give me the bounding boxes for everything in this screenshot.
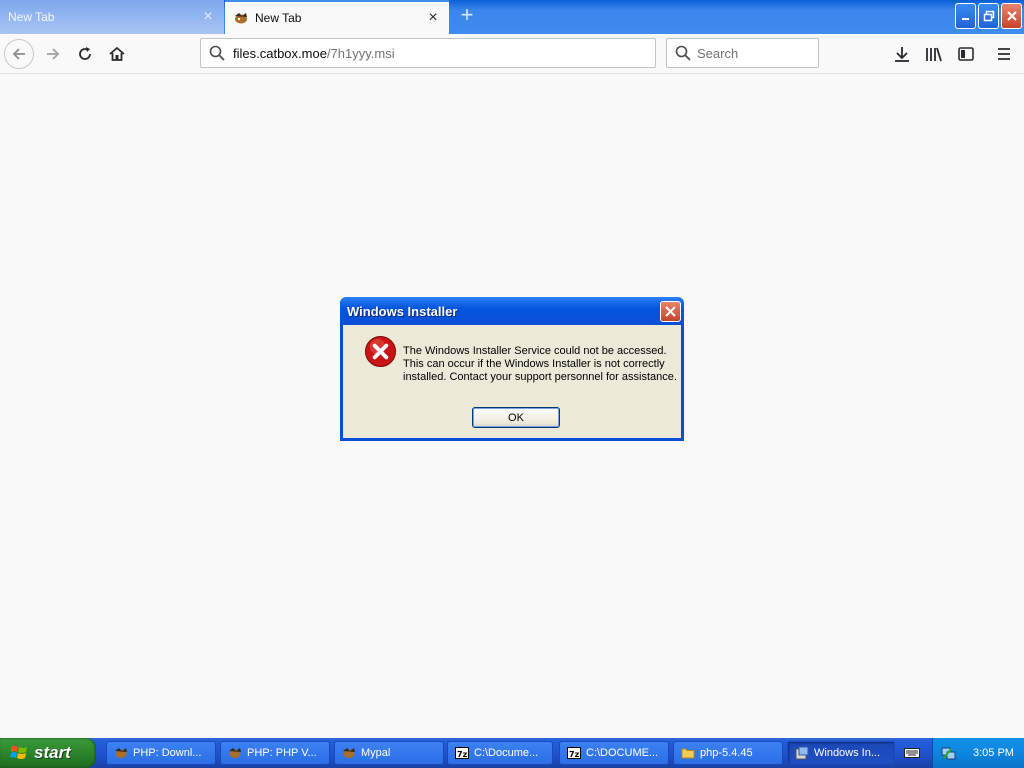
taskbar-item[interactable]: PHP: PHP V...: [220, 741, 330, 765]
taskbar: start PHP: Downl... PHP: PHP V... Mypal …: [0, 738, 1024, 768]
firefox-icon: [235, 13, 247, 24]
close-icon[interactable]: ×: [200, 9, 216, 25]
window-controls: [955, 3, 1022, 29]
navigation-bar: files.catbox.moe/7h1yyy.msi: [0, 34, 1024, 74]
start-label: start: [34, 743, 71, 762]
search-icon: [675, 45, 691, 61]
dialog-message-line: The Windows Installer Service could not …: [403, 345, 667, 357]
dialog-message-line: installed. Contact your support personne…: [403, 371, 677, 383]
search-bar[interactable]: [666, 38, 819, 68]
url-path: /7h1yyy.msi: [326, 45, 395, 61]
url-bar[interactable]: files.catbox.moe/7h1yyy.msi: [200, 38, 656, 68]
taskbar-item-label: Windows In...: [814, 747, 881, 759]
close-window-button[interactable]: [1001, 3, 1022, 29]
taskbar-item-label: php-5.4.45: [700, 747, 753, 759]
tab-strip: New Tab × New Tab × +: [0, 0, 1024, 34]
7zip-icon: 7z: [454, 745, 470, 761]
clock: 3:05 PM: [973, 747, 1014, 759]
close-icon: [665, 305, 676, 317]
url-text: files.catbox.moe/7h1yyy.msi: [233, 46, 395, 61]
network-icon[interactable]: [941, 745, 957, 761]
taskbar-item-label: PHP: PHP V...: [247, 747, 317, 759]
firefox-icon: [113, 745, 129, 761]
search-input[interactable]: [697, 45, 807, 61]
forward-arrow-icon: [47, 48, 60, 60]
windows-installer-dialog: Windows Installer The Windows Installer …: [340, 297, 684, 441]
home-icon: [109, 46, 125, 61]
menu-button[interactable]: [988, 38, 1020, 70]
plus-icon[interactable]: +: [456, 4, 478, 27]
sidebar-button[interactable]: [950, 38, 982, 70]
downloads-button[interactable]: [886, 38, 918, 70]
reload-button[interactable]: [69, 38, 101, 70]
home-button[interactable]: [101, 38, 133, 70]
dialog-message: The Windows Installer Service could not …: [403, 345, 677, 384]
dialog-title-bar[interactable]: Windows Installer: [340, 297, 684, 325]
7zip-icon: 7z: [566, 745, 582, 761]
back-button[interactable]: [4, 39, 34, 69]
close-icon: [1006, 11, 1017, 21]
tab-new-tab-inactive[interactable]: New Tab ×: [0, 0, 224, 34]
ok-button[interactable]: OK: [472, 407, 560, 428]
sidebar-icon: [958, 47, 974, 61]
dialog-close-button[interactable]: [660, 300, 681, 322]
taskbar-item[interactable]: 7z C:\Docume...: [447, 741, 553, 765]
windows-logo-icon: [10, 746, 27, 759]
tab-label: New Tab: [8, 10, 55, 24]
firefox-icon: [227, 745, 243, 761]
start-button[interactable]: start: [0, 738, 96, 768]
svg-text:7z: 7z: [569, 750, 580, 759]
restore-button[interactable]: [978, 3, 999, 29]
taskbar-item[interactable]: 7z C:\DOCUME...: [559, 741, 669, 765]
tab-new-tab-active[interactable]: New Tab ×: [225, 0, 449, 34]
folder-icon: [680, 745, 696, 761]
search-icon: [209, 45, 225, 61]
taskbar-item-active[interactable]: Windows In...: [787, 741, 895, 765]
dialog-message-line: This can occur if the Windows Installer …: [403, 358, 665, 370]
taskbar-item-label: Mypal: [361, 747, 391, 759]
back-arrow-icon: [12, 48, 25, 60]
forward-button[interactable]: [37, 38, 69, 70]
taskbar-item[interactable]: php-5.4.45: [673, 741, 783, 765]
svg-text:7z: 7z: [457, 750, 468, 759]
minimize-icon: [961, 18, 969, 20]
dialog-title: Windows Installer: [347, 303, 458, 319]
reload-icon: [79, 47, 91, 60]
taskbar-item[interactable]: PHP: Downl...: [106, 741, 216, 765]
url-host: files.catbox.moe: [233, 45, 327, 61]
taskbar-item-label: C:\DOCUME...: [586, 747, 659, 759]
taskbar-item[interactable]: Mypal: [334, 741, 444, 765]
library-icon: [926, 47, 942, 62]
tab-label: New Tab: [255, 11, 302, 25]
close-icon[interactable]: ×: [425, 10, 441, 26]
installer-icon: [794, 745, 810, 761]
library-button[interactable]: [918, 38, 950, 70]
menu-icon: [998, 48, 1010, 60]
restore-icon: [983, 10, 994, 22]
error-icon: [364, 335, 397, 368]
taskbar-item-label: PHP: Downl...: [133, 747, 202, 759]
firefox-icon: [341, 745, 357, 761]
taskbar-item-label: C:\Docume...: [474, 747, 539, 759]
dialog-body: The Windows Installer Service could not …: [343, 325, 681, 438]
keyboard-layout-icon[interactable]: [903, 745, 921, 761]
minimize-button[interactable]: [955, 3, 976, 29]
download-icon: [895, 47, 909, 62]
system-tray: 3:05 PM: [932, 738, 1024, 768]
